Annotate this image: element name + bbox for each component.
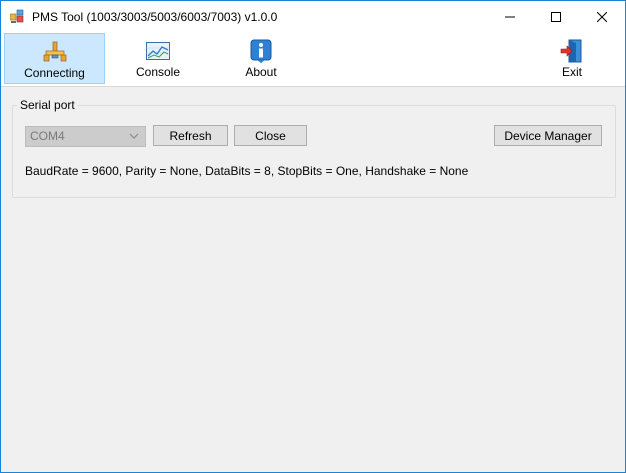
info-icon bbox=[250, 39, 272, 63]
app-window: PMS Tool (1003/3003/5003/6003/7003) v1.0… bbox=[0, 0, 626, 473]
title-bar[interactable]: PMS Tool (1003/3003/5003/6003/7003) v1.0… bbox=[1, 1, 625, 32]
chart-console-icon bbox=[146, 42, 170, 60]
minimize-icon bbox=[505, 16, 515, 17]
window-title: PMS Tool (1003/3003/5003/6003/7003) v1.0… bbox=[32, 10, 278, 24]
minimize-button[interactable] bbox=[487, 1, 533, 32]
serial-port-group bbox=[12, 105, 616, 198]
refresh-button[interactable]: Refresh bbox=[153, 125, 228, 146]
toolbar-exit-button[interactable]: Exit bbox=[541, 33, 603, 84]
chevron-down-icon bbox=[129, 133, 139, 139]
close-icon bbox=[597, 11, 607, 22]
close-window-button[interactable] bbox=[579, 1, 625, 32]
port-select[interactable]: COM4 bbox=[25, 126, 146, 147]
device-manager-button[interactable]: Device Manager bbox=[494, 125, 602, 146]
app-grid-icon bbox=[10, 9, 24, 23]
network-connect-icon bbox=[43, 41, 66, 62]
exit-door-icon bbox=[560, 39, 582, 63]
toolbar-about-label: About bbox=[245, 65, 277, 79]
serial-settings-text: BaudRate = 9600, Parity = None, DataBits… bbox=[25, 164, 469, 178]
toolbar-exit-label: Exit bbox=[561, 65, 582, 79]
port-select-value: COM4 bbox=[30, 129, 65, 143]
maximize-icon bbox=[551, 11, 561, 22]
serial-port-group-title: Serial port bbox=[17, 98, 78, 112]
toolbar-console-button[interactable]: Console bbox=[115, 33, 201, 84]
toolbar-connecting-label: Connecting bbox=[24, 66, 85, 80]
toolbar-console-label: Console bbox=[135, 65, 181, 79]
close-port-button[interactable]: Close bbox=[234, 125, 307, 146]
toolbar-about-button[interactable]: About bbox=[218, 33, 304, 84]
toolbar-connecting-button[interactable]: Connecting bbox=[4, 33, 105, 84]
toolbar: Connecting Console About Exit bbox=[1, 32, 625, 87]
maximize-button[interactable] bbox=[533, 1, 579, 32]
